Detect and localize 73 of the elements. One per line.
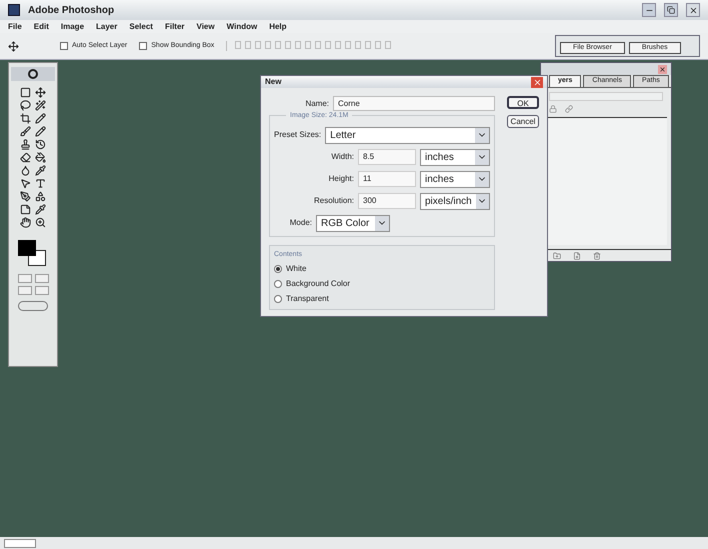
radio-label: White: [286, 263, 306, 275]
checkbox[interactable]: [139, 42, 148, 50]
move-icon[interactable]: [35, 87, 46, 98]
app-icon: [8, 4, 20, 16]
radio-label: Transparent: [286, 293, 329, 305]
stamp-icon[interactable]: [20, 139, 31, 150]
window-title: Adobe Photoshop: [28, 4, 114, 18]
unit-dropdown[interactable]: inches: [420, 148, 490, 166]
lock-icon[interactable]: [549, 105, 557, 113]
crop-icon[interactable]: [20, 113, 31, 124]
unit-dropdown[interactable]: pixels/inch: [420, 192, 490, 210]
new-layer-icon[interactable]: [573, 252, 581, 260]
unit-dropdown[interactable]: inches: [420, 170, 490, 188]
field-label: Name:: [304, 98, 329, 110]
menu-item[interactable]: Select: [129, 20, 153, 32]
eraser-icon[interactable]: [20, 152, 31, 163]
close-icon: [659, 66, 666, 72]
trash-icon[interactable]: [593, 252, 601, 260]
menu-item[interactable]: Window: [226, 20, 258, 32]
name-field[interactable]: Corne: [333, 96, 495, 111]
zoom-icon[interactable]: [35, 217, 46, 228]
type-icon[interactable]: [35, 178, 46, 189]
field-label: Resolution:: [312, 195, 354, 207]
marquee-icon[interactable]: [20, 87, 31, 98]
shape-icon[interactable]: [35, 191, 46, 202]
close-button[interactable]: [686, 3, 700, 17]
value-field[interactable]: 8.5: [358, 149, 416, 165]
preset-dropdown[interactable]: Letter: [325, 126, 490, 144]
field-label: Width:: [330, 151, 354, 163]
dialog-title: New: [265, 76, 282, 88]
zoom-field[interactable]: [4, 538, 36, 548]
radio-label: Background Color: [286, 278, 350, 290]
drop-icon[interactable]: [20, 165, 31, 176]
brush-icon[interactable]: [20, 126, 31, 137]
restore-icon: [667, 6, 675, 14]
menu-item[interactable]: File: [8, 20, 22, 32]
close-icon: [688, 6, 698, 14]
eyedropper-icon[interactable]: [35, 204, 46, 215]
note-icon[interactable]: [20, 204, 31, 215]
menu-item[interactable]: View: [196, 20, 215, 32]
radio-button[interactable]: [274, 295, 282, 303]
restore-button[interactable]: [664, 3, 678, 17]
pencil-icon[interactable]: [35, 126, 46, 137]
value-field[interactable]: 11: [358, 171, 416, 187]
pen-icon[interactable]: [20, 191, 31, 202]
field-label: Preset Sizes:: [274, 129, 322, 141]
menu-item[interactable]: Help: [269, 20, 287, 32]
close-button[interactable]: [658, 64, 667, 74]
checkbox[interactable]: [60, 42, 68, 50]
bucket-icon[interactable]: [35, 152, 46, 163]
menu-item[interactable]: Layer: [96, 20, 118, 32]
radio-button[interactable]: [274, 280, 282, 288]
magic-wand-icon[interactable]: [35, 100, 46, 111]
menu-item[interactable]: Edit: [34, 20, 49, 32]
menu-item[interactable]: Image: [60, 20, 84, 32]
pointer-icon[interactable]: [20, 178, 31, 189]
dialog-button[interactable]: OK: [507, 96, 539, 109]
field-label: Height:: [328, 173, 354, 185]
history-brush-icon[interactable]: [35, 139, 46, 150]
mode-dropdown[interactable]: RGB Color: [316, 214, 390, 232]
minimize-button[interactable]: [642, 3, 656, 17]
blend-field[interactable]: [549, 92, 663, 101]
menu-item[interactable]: Filter: [164, 20, 185, 32]
field-label: Mode:: [288, 217, 312, 229]
folder-icon[interactable]: [553, 252, 561, 260]
dialog-button[interactable]: Cancel: [507, 115, 539, 128]
hand-icon[interactable]: [20, 217, 31, 228]
move-tool-icon: [8, 40, 19, 52]
value-field[interactable]: 300: [358, 193, 416, 209]
close-icon: [532, 78, 542, 86]
lasso-icon[interactable]: [20, 100, 31, 111]
link-icon[interactable]: [565, 105, 573, 113]
radio-button[interactable]: [274, 265, 282, 273]
